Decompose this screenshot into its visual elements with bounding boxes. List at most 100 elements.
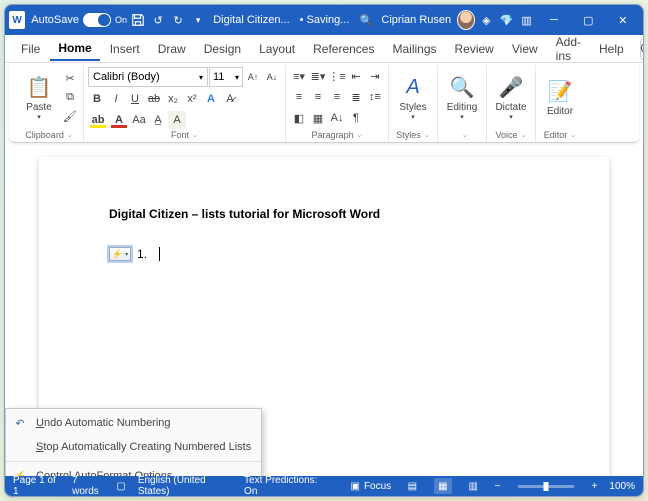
- list-line[interactable]: 1.: [109, 247, 539, 261]
- group-label[interactable]: Clipboard: [19, 130, 79, 142]
- change-case-button[interactable]: Aa: [130, 111, 148, 129]
- font-size-select[interactable]: 11▾: [209, 67, 243, 87]
- user-avatar-icon[interactable]: [457, 10, 475, 30]
- grow-font-icon[interactable]: A↑: [244, 68, 262, 86]
- document-heading[interactable]: Digital Citizen – lists tutorial for Mic…: [109, 207, 539, 221]
- numbering-button[interactable]: ≣▾: [309, 67, 327, 85]
- diamond-icon[interactable]: ◈: [477, 10, 495, 30]
- microphone-icon: 🎤: [499, 74, 524, 102]
- text-predictions-status[interactable]: Text Predictions: On: [244, 475, 326, 497]
- menu-draw[interactable]: Draw: [150, 38, 194, 60]
- web-layout-icon[interactable]: ▥: [464, 478, 482, 494]
- editor-button[interactable]: 📝Editor: [540, 67, 580, 127]
- language-status[interactable]: English (United States): [138, 475, 232, 497]
- page-count[interactable]: Page 1 of 1: [13, 475, 60, 497]
- group-label[interactable]: Styles: [393, 130, 433, 142]
- borders-button[interactable]: ▦: [309, 109, 327, 127]
- menu-autoformat-options[interactable]: ⚡ Control AutoFormat Options...: [6, 464, 261, 476]
- menu-view[interactable]: View: [504, 38, 546, 60]
- superscript-button[interactable]: x²: [183, 90, 201, 108]
- search-icon[interactable]: 🔍: [357, 10, 375, 30]
- menu-addins[interactable]: Add-ins: [548, 31, 589, 67]
- zoom-out-button[interactable]: −: [494, 481, 500, 492]
- strike-button[interactable]: ab: [145, 90, 163, 108]
- menu-file[interactable]: File: [13, 38, 48, 60]
- document-area: Digital Citizen – lists tutorial for Mic…: [5, 143, 643, 476]
- menu-bar: File Home Insert Draw Design Layout Refe…: [5, 35, 643, 63]
- underline-button[interactable]: U: [126, 90, 144, 108]
- shading-button[interactable]: ◧: [290, 109, 308, 127]
- bullets-button[interactable]: ≡▾: [290, 67, 308, 85]
- redo-icon[interactable]: ↻: [169, 10, 187, 30]
- word-count[interactable]: 7 words: [72, 475, 104, 497]
- upcoming-icon[interactable]: 💎: [497, 10, 515, 30]
- group-editing: 🔍Editing▾: [438, 65, 487, 142]
- menu-separator: [6, 461, 261, 462]
- menu-design[interactable]: Design: [196, 38, 249, 60]
- bold-button[interactable]: B: [88, 90, 106, 108]
- italic-button[interactable]: I: [107, 90, 125, 108]
- shrink-font-icon[interactable]: A↓: [263, 68, 281, 86]
- styles-button[interactable]: AStyles▾: [393, 67, 433, 127]
- qat-dropdown-icon[interactable]: ▾: [189, 10, 207, 30]
- group-label: [442, 130, 482, 142]
- group-label[interactable]: Paragraph: [290, 130, 384, 142]
- highlight-color-button[interactable]: ab: [88, 111, 108, 129]
- align-left-button[interactable]: ≡: [290, 88, 308, 106]
- undo-icon[interactable]: ↺: [149, 10, 167, 30]
- ribbon: 📋 Paste ▾ ✂ ⧉ 🖌 Clipboard Calibri (Body)…: [9, 63, 639, 143]
- line-spacing-button[interactable]: ↕≡: [366, 88, 384, 106]
- multilevel-button[interactable]: ⋮≡: [328, 67, 346, 85]
- zoom-percent[interactable]: 100%: [609, 481, 635, 492]
- focus-mode-button[interactable]: ▣Focus: [350, 481, 391, 492]
- autosave-toggle[interactable]: AutoSave On: [31, 13, 127, 27]
- zoom-in-button[interactable]: +: [592, 481, 598, 492]
- sort-button[interactable]: A↓: [328, 109, 346, 127]
- subscript-button[interactable]: x₂: [164, 90, 182, 108]
- zoom-slider[interactable]: [518, 485, 573, 488]
- align-center-button[interactable]: ≡: [309, 88, 327, 106]
- menu-review[interactable]: Review: [447, 38, 502, 60]
- text-effects-icon[interactable]: A: [202, 90, 220, 108]
- justify-button[interactable]: ≣: [347, 88, 365, 106]
- save-status: • Saving...: [300, 14, 350, 26]
- format-painter-icon[interactable]: 🖌: [61, 107, 79, 125]
- save-icon[interactable]: [129, 10, 147, 30]
- word-app-icon: W: [9, 11, 25, 29]
- close-button[interactable]: ✕: [607, 5, 640, 35]
- autocorrect-smarttag-icon[interactable]: [109, 247, 131, 261]
- menu-stop-auto-lists[interactable]: Stop Automatically Creating Numbered Lis…: [6, 435, 261, 459]
- char-border-icon[interactable]: A̲: [149, 111, 167, 129]
- group-label[interactable]: Font: [88, 130, 281, 142]
- menu-references[interactable]: References: [305, 38, 382, 60]
- paste-button[interactable]: 📋 Paste ▾: [19, 67, 59, 127]
- print-layout-icon[interactable]: ▦: [434, 478, 452, 494]
- menu-insert[interactable]: Insert: [102, 38, 148, 60]
- user-name[interactable]: Ciprian Rusen: [381, 14, 451, 26]
- char-shading-icon[interactable]: A: [168, 111, 186, 129]
- decrease-indent-button[interactable]: ⇤: [347, 67, 365, 85]
- clear-format-icon[interactable]: A̷: [221, 90, 239, 108]
- comments-button[interactable]: 💬: [640, 38, 644, 60]
- autocorrect-context-menu: ↶ Undo Automatic Numbering Stop Automati…: [5, 408, 262, 476]
- clipboard-icon: 📋: [27, 74, 52, 102]
- menu-help[interactable]: Help: [591, 38, 632, 60]
- editing-button[interactable]: 🔍Editing▾: [442, 67, 482, 127]
- font-name-select[interactable]: Calibri (Body)▾: [88, 67, 208, 87]
- menu-home[interactable]: Home: [50, 37, 99, 61]
- ribbon-options-icon[interactable]: ▥: [518, 10, 536, 30]
- align-right-button[interactable]: ≡: [328, 88, 346, 106]
- font-color-button[interactable]: A: [109, 111, 129, 129]
- cut-icon[interactable]: ✂: [61, 69, 79, 87]
- read-mode-icon[interactable]: ▤: [403, 478, 421, 494]
- menu-layout[interactable]: Layout: [251, 38, 303, 60]
- menu-undo-auto-numbering[interactable]: ↶ Undo Automatic Numbering: [6, 411, 261, 435]
- spellcheck-icon[interactable]: ▢: [116, 481, 125, 492]
- copy-icon[interactable]: ⧉: [61, 88, 79, 106]
- show-marks-button[interactable]: ¶: [347, 109, 365, 127]
- increase-indent-button[interactable]: ⇥: [366, 67, 384, 85]
- dictate-button[interactable]: 🎤Dictate▾: [491, 67, 531, 127]
- toggle-switch-icon[interactable]: [83, 13, 111, 27]
- document-name[interactable]: Digital Citizen...: [213, 14, 289, 26]
- menu-mailings[interactable]: Mailings: [384, 38, 444, 60]
